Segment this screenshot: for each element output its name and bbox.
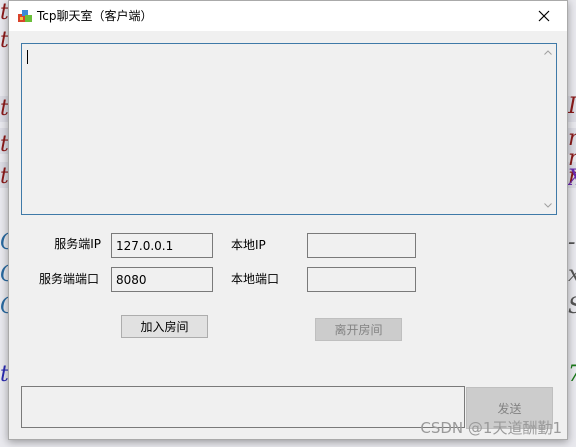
server-ip-field[interactable] [111,233,213,258]
message-log[interactable] [21,43,557,215]
server-port-label: 服务端端口 [39,272,100,286]
send-message-field[interactable] [21,386,465,428]
local-port-field[interactable] [307,267,416,292]
background-glyph: r [568,128,576,150]
server-ip-label: 服务端IP [54,237,101,251]
local-ip-label: 本地IP [231,238,266,252]
message-log-textarea[interactable] [22,44,540,214]
close-button[interactable] [521,1,567,31]
background-glyph: - [568,232,576,254]
leave-room-button[interactable]: 离开房间 [315,318,402,341]
close-icon [538,10,550,22]
text-caret [27,50,28,64]
server-port-input[interactable] [112,268,212,291]
chevron-down-icon [543,203,552,208]
background-glyph: S [568,296,576,318]
background-glyph: I [568,96,576,118]
send-message-input[interactable] [22,387,464,427]
local-ip-input[interactable] [308,234,415,257]
chat-client-window: Tcp聊天室（客户端） 服务端IP 本地IP [8,0,568,440]
chevron-up-icon [543,50,552,55]
local-ip-field[interactable] [307,233,416,258]
watermark: CSDN @1天道酬勤1 [420,419,562,437]
local-port-label: 本地端口 [231,272,280,286]
background-glyph: X [568,168,576,190]
server-port-field[interactable] [111,267,213,292]
title-bar[interactable]: Tcp聊天室（客户端） [9,1,567,31]
window-title: Tcp聊天室（客户端） [37,9,153,23]
app-icon [17,8,33,24]
join-room-button[interactable]: 加入房间 [121,315,208,338]
scroll-down-button[interactable] [539,197,556,214]
background-glyph: 7 [568,364,576,386]
background-glyph: x [568,264,576,286]
vertical-scrollbar[interactable] [539,44,556,214]
local-port-input[interactable] [308,268,415,291]
server-ip-input[interactable] [112,234,212,257]
scroll-up-button[interactable] [539,44,556,61]
